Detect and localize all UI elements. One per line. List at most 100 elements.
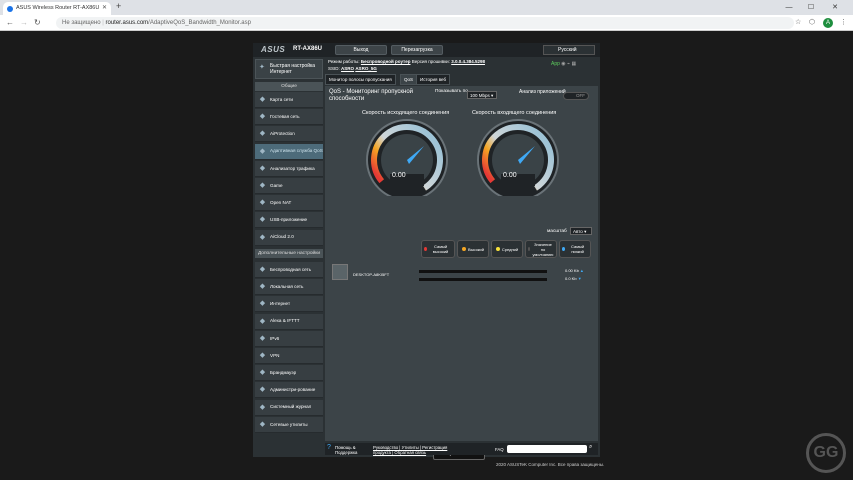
advanced-header: Дополнительные настройки (255, 249, 323, 258)
sidebar-general-item-label: AiCloud 2.0 (270, 234, 294, 240)
sidebar-general-item[interactable]: ◆ Анализатор трафика (255, 160, 323, 177)
qos-icon: ◆ (259, 147, 266, 155)
footer-links-2[interactable]: продукта | Обратная связь (373, 450, 426, 455)
search-icon[interactable]: ⌕ (589, 444, 592, 450)
sidebar-general-item[interactable]: ◆ Game (255, 178, 323, 194)
ssid-link[interactable]: ASRO (341, 66, 354, 71)
close-window-icon[interactable]: ✕ (825, 0, 845, 15)
faq-search-input[interactable] (507, 445, 587, 453)
main-panel: QoS - Мониторинг пропускной способности … (325, 86, 598, 460)
admin-icon: ◆ (259, 386, 266, 394)
download-bar (419, 278, 547, 281)
vpn-icon: ◆ (259, 352, 266, 359)
aiprotection-icon: ◆ (259, 130, 266, 138)
help-link[interactable]: Помощь & Поддержка (335, 445, 375, 455)
upload-value: 0.00 (392, 172, 406, 179)
globe-icon: ◆ (259, 300, 266, 308)
avatar[interactable]: A (823, 18, 833, 28)
url-input[interactable]: Не защищено | router.asus.com/AdaptiveQo… (56, 17, 794, 29)
sidebar-advanced-item[interactable]: ◆ Беспроводная сеть (255, 262, 323, 278)
device-name: DESKTOP-A8KI5FT (353, 272, 390, 277)
sidebar-advanced-item[interactable]: ◆ Брандмауэр (255, 365, 323, 382)
tab-title: ASUS Wireless Router RT-AX86U (16, 5, 100, 11)
forward-icon[interactable]: → (20, 18, 28, 27)
sidebar-advanced-item-label: Администри-рование (270, 387, 316, 393)
firmware-link[interactable]: 3.0.0.4.384.5298 (451, 59, 485, 64)
not-secure-label: Не защищено (62, 20, 101, 26)
sidebar-advanced-item-label: VPN (270, 352, 280, 358)
guest-network-icon: ◆ (259, 113, 266, 121)
menu-icon[interactable]: ⋮ (840, 18, 847, 26)
asus-logo: ASUS (261, 45, 286, 54)
legend-default: Значение по умолчанию (525, 240, 557, 258)
language-select[interactable]: Русский (543, 45, 595, 55)
mode-link[interactable]: Беспроводной роутер (361, 59, 411, 64)
show-label: Показывать по (435, 89, 468, 94)
sidebar-advanced-item[interactable]: ◆ IPv6 (255, 330, 323, 347)
sidebar-advanced-item-label: Системный журнал (270, 404, 312, 410)
sidebar-general-item[interactable]: ◆ Open NAT (255, 195, 323, 212)
device-icon[interactable] (332, 264, 348, 280)
usb-status-icon[interactable]: ⌁ (567, 61, 570, 67)
sidebar-advanced-item[interactable]: ◆ Сетевые утилиты (255, 416, 323, 433)
sidebar-advanced-item[interactable]: ◆ Локальная сеть (255, 279, 323, 296)
sidebar-general-item[interactable]: ◆ Гостевая сеть (255, 109, 323, 126)
network-status-icon[interactable]: ▦ (571, 61, 576, 67)
analysis-label: Анализ приложений (519, 89, 566, 95)
tab-qos[interactable]: QoS (400, 74, 418, 85)
page-title: QoS - Мониторинг пропускной способности (329, 89, 414, 102)
sidebar-general-item-label: Open NAT (270, 199, 292, 205)
logout-button[interactable]: Выход (335, 45, 387, 55)
sidebar-general-item-label: Анализатор трафика (270, 165, 315, 171)
sidebar-general-item[interactable]: ◆ Карта сети (255, 92, 323, 108)
legend-highest: Самый высокий (421, 240, 455, 258)
wireless-icon: ◆ (259, 266, 266, 273)
sidebar-advanced-item[interactable]: ◆ Интернет (255, 296, 323, 313)
new-tab-button[interactable]: + (116, 1, 121, 11)
sidebar-advanced-item[interactable]: ◆ Системный журнал (255, 399, 323, 416)
sidebar-advanced-item[interactable]: ◆ Alexa & IFTTT (255, 313, 323, 330)
firewall-icon: ◆ (259, 369, 266, 377)
ssid-5g-link[interactable]: ASRO_5G (355, 66, 377, 71)
sidebar-advanced-item[interactable]: ◆ VPN (255, 348, 323, 364)
bandwidth-select[interactable]: 100 Mbps ▾ (467, 91, 497, 99)
sidebar-general-item[interactable]: ◆ AiCloud 2.0 (255, 229, 323, 246)
analysis-toggle[interactable]: OFF (563, 92, 589, 100)
maximize-icon[interactable]: ☐ (801, 0, 821, 15)
router-page: ASUS RT-AX86U Выход Перезагрузка Русский… (253, 43, 600, 460)
tab-bandwidth-monitor[interactable]: Монитор полосы пропускания (325, 74, 396, 85)
traffic-analyzer-icon: ◆ (259, 164, 266, 172)
back-icon[interactable]: ← (6, 18, 14, 27)
sidebar-general-item[interactable]: ◆ AiProtection (255, 126, 323, 143)
download-value: 0.00 (503, 172, 517, 179)
sidebar-advanced-item[interactable]: ◆ Администри-рование (255, 382, 323, 399)
upload-bar (419, 270, 547, 273)
star-icon[interactable]: ☆ (795, 18, 801, 26)
download-rate: 0.0 Kb ▼ (565, 276, 582, 281)
log-icon: ◆ (259, 403, 266, 411)
sidebar-advanced-item-label: IPv6 (270, 335, 280, 341)
reboot-button[interactable]: Перезагрузка (391, 45, 443, 55)
sidebar-advanced-item-label: Локальная сеть (270, 283, 304, 289)
reload-icon[interactable]: ↻ (34, 18, 41, 27)
scale-select[interactable]: Авто ▾ (570, 227, 592, 235)
close-tab-icon[interactable]: ✕ (102, 2, 107, 15)
sidebar-general-item[interactable]: ◆ Адаптивная служба QoS (255, 143, 323, 160)
browser-tab[interactable]: ASUS Wireless Router RT-AX86U ✕ (3, 2, 111, 15)
sidebar-advanced-item-label: Брандмауэр (270, 369, 297, 375)
router-info: Режим работы: Беспроводной роутер Версия… (328, 59, 485, 71)
browser-tab-bar: ASUS Wireless Router RT-AX86U ✕ + — ☐ ✕ (0, 0, 853, 15)
tab-web-history[interactable]: История веб (416, 74, 451, 85)
sidebar-general-item-label: Game (270, 182, 283, 188)
faq-label: FAQ (495, 447, 504, 452)
wifi-icon[interactable]: ◉ (561, 61, 565, 67)
extension-icon[interactable]: ⬡ (809, 18, 815, 26)
minimize-icon[interactable]: — (779, 0, 799, 15)
upload-title: Скорость исходящего соединения (362, 110, 450, 116)
ipv6-icon: ◆ (259, 334, 266, 342)
game-icon: ◆ (259, 182, 266, 189)
sidebar-advanced-item-label: Сетевые утилиты (270, 421, 308, 427)
favicon-icon (7, 6, 13, 12)
sidebar-general-item[interactable]: ◆ USB-приложение (255, 212, 323, 229)
quick-setup-button[interactable]: ✦ Быстрая настройка Интернет (255, 59, 323, 79)
